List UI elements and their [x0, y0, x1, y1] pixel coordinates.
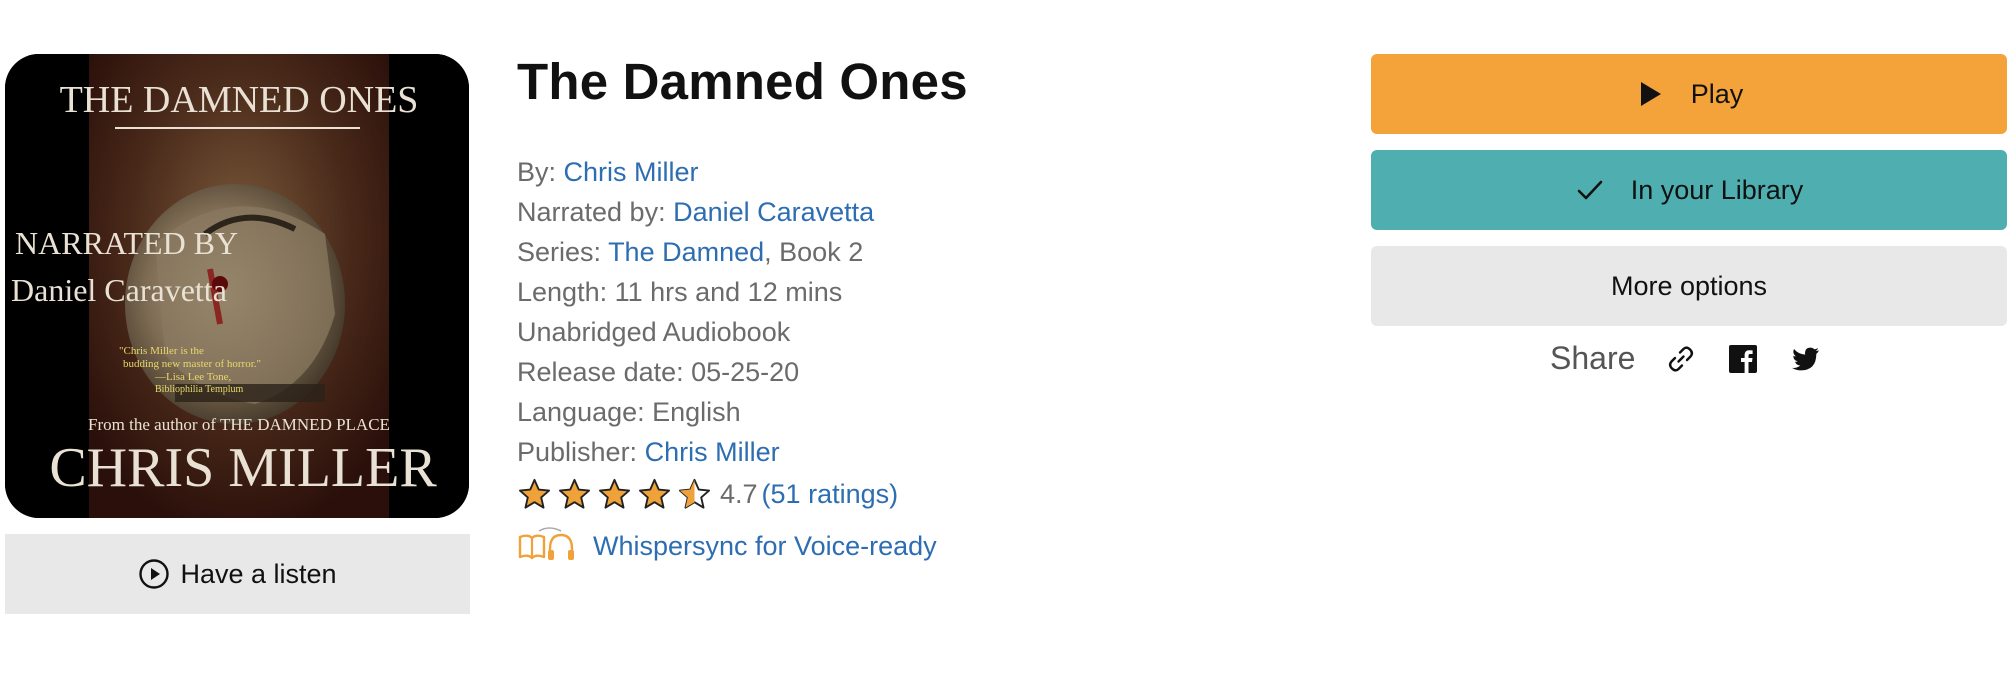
publisher-row: Publisher: Chris Miller — [517, 432, 898, 472]
release-date-text: Release date: 05-25-20 — [517, 357, 800, 387]
length-text: Length: 11 hrs and 12 mins — [517, 277, 843, 307]
cover-author-line: From the author of THE DAMNED PLACE — [88, 415, 390, 434]
book-title: The Damned Ones — [517, 53, 968, 110]
narrator-row: Narrated by: Daniel Caravetta — [517, 192, 898, 232]
star-full-icon — [558, 478, 591, 509]
share-row: Share — [1550, 340, 1821, 377]
link-icon[interactable] — [1665, 343, 1697, 375]
whispersync-row: Whispersync for Voice-ready — [517, 527, 937, 565]
cover-narrated-line1: NARRATED BY — [15, 225, 238, 261]
play-label: Play — [1690, 78, 1744, 109]
have-a-listen-label: Have a listen — [180, 558, 337, 589]
play-icon — [1640, 82, 1661, 106]
publisher-link[interactable]: Chris Miller — [645, 437, 780, 467]
cover-title-text: THE DAMNED ONES — [60, 79, 419, 121]
language-text: Language: English — [517, 397, 741, 427]
in-your-library-label: In your Library — [1630, 174, 1804, 205]
checkmark-icon — [1577, 180, 1603, 200]
star-full-icon — [518, 478, 551, 509]
cover-narrated-line2: Daniel Caravetta — [11, 272, 227, 308]
star-full-icon — [598, 478, 631, 509]
star-rating — [517, 477, 712, 512]
author-row: By: Chris Miller — [517, 152, 898, 192]
play-button[interactable]: Play — [1371, 54, 2007, 134]
narrator-link[interactable]: Daniel Caravetta — [673, 197, 874, 227]
publisher-label: Publisher: — [517, 437, 638, 467]
cover-image: THE DAMNED ONES NARRATED BY Daniel Carav… — [5, 54, 469, 518]
star-half-icon — [678, 478, 711, 509]
whispersync-icon — [518, 527, 574, 560]
rating-row: 4.7 (51 ratings) — [517, 472, 898, 516]
star-full-icon — [638, 478, 671, 509]
audiobook-detail-page: THE DAMNED ONES NARRATED BY Daniel Carav… — [0, 0, 2012, 696]
rating-value: 4.7 — [720, 479, 758, 509]
series-link[interactable]: The Damned — [608, 237, 764, 267]
cover-quote-4: Bibliophilia Templum — [155, 384, 244, 395]
more-options-button[interactable]: More options — [1371, 246, 2007, 326]
whispersync-link[interactable]: Whispersync for Voice-ready — [593, 531, 937, 562]
in-your-library-button[interactable]: In your Library — [1371, 150, 2007, 230]
ratings-count-link[interactable]: (51 ratings) — [762, 474, 899, 514]
cover-author-big: CHRIS MILLER — [49, 437, 437, 499]
twitter-icon[interactable] — [1789, 343, 1821, 375]
cover-quote-2: budding new master of horror." — [123, 358, 261, 370]
series-book-number: , Book 2 — [764, 237, 864, 267]
play-circle-icon — [139, 559, 170, 589]
share-label: Share — [1550, 340, 1636, 376]
format-text: Unabridged Audiobook — [517, 317, 791, 347]
have-a-listen-button[interactable]: Have a listen — [5, 534, 470, 614]
cover-quote-1: "Chris Miller is the — [119, 345, 204, 357]
more-options-label: More options — [1610, 270, 1768, 301]
series-row: Series: The Damned, Book 2 — [517, 232, 898, 272]
facebook-icon[interactable] — [1727, 343, 1759, 375]
cover-quote-3: —Lisa Lee Tone, — [154, 371, 232, 383]
narrated-label: Narrated by: — [517, 197, 666, 227]
book-metadata: By: Chris Miller Narrated by: Daniel Car… — [517, 152, 898, 516]
series-label: Series: — [517, 237, 602, 267]
author-link[interactable]: Chris Miller — [564, 157, 699, 187]
by-label: By: — [517, 157, 557, 187]
